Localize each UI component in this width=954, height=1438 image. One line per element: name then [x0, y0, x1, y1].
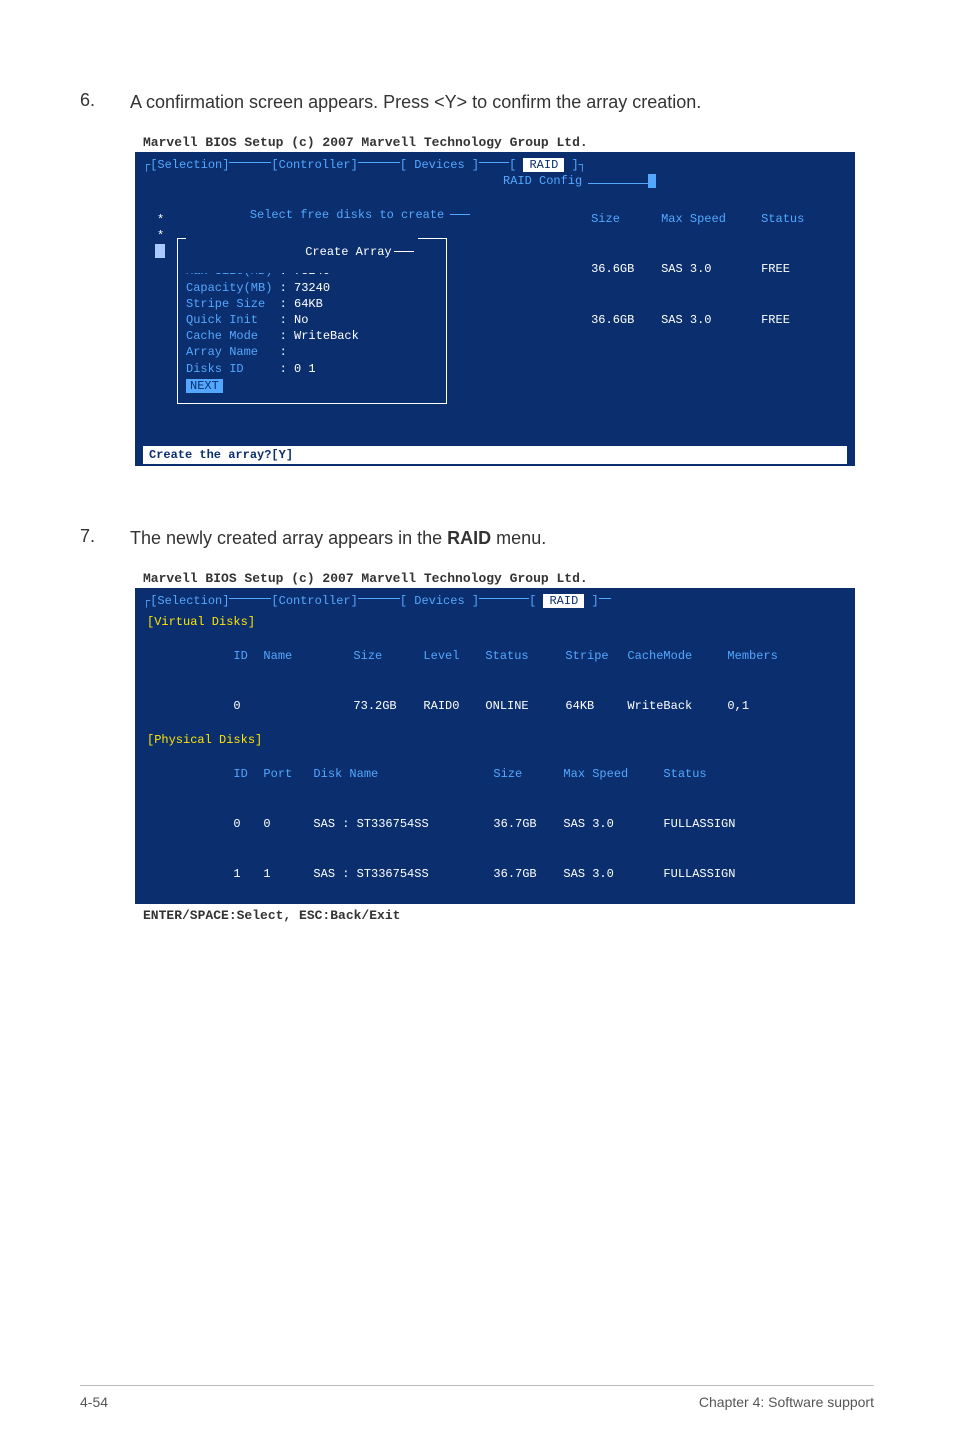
bios-screen-2: ┌ [Selection] [Controller] [ Devices ] [… — [135, 588, 855, 904]
virtual-disks-header: IDNameSizeLevelStatusStripeCacheModeMemb… — [147, 631, 843, 681]
bios-screenshot-2: Marvell BIOS Setup (c) 2007 Marvell Tech… — [135, 571, 874, 923]
kv-val-3: : 64KB — [280, 297, 323, 311]
menu-selection: [Selection] — [150, 158, 229, 172]
menu-sep-3 — [479, 162, 509, 163]
kv-val-2: : 73240 — [280, 281, 330, 295]
raid-config-row: RAID Config — [503, 174, 847, 188]
bios-title-2: Marvell BIOS Setup (c) 2007 Marvell Tech… — [135, 571, 874, 586]
footer-page-number: 4-54 — [80, 1394, 108, 1410]
physical-disk-row-0: 00SAS : ST336754SS36.7GBSAS 3.0FULLASSIG… — [147, 799, 843, 849]
bios2-bottom-text: ENTER/SPACE:Select, ESC:Back/Exit — [135, 904, 874, 923]
disk-table: SizeMax SpeedStatus 36.6GBSAS 3.0FREE 36… — [470, 194, 861, 404]
kv-val-5: : WriteBack — [280, 329, 359, 343]
kv-val-7: : 0 1 — [280, 362, 316, 376]
menu-raid-lbracket: [ — [509, 158, 523, 172]
kv-val-4: : No — [280, 313, 309, 327]
menu-sep-1 — [229, 162, 271, 163]
physical-disks-heading: [Physical Disks] — [147, 733, 262, 747]
step-6-number: 6. — [80, 90, 130, 115]
step-7-text: The newly created array appears in the R… — [130, 526, 546, 551]
disk-row-0: 36.6GBSAS 3.0FREE — [490, 245, 861, 295]
disk-hdr-size: Size — [591, 211, 661, 228]
create-array-title: Create Array — [305, 245, 391, 259]
page-footer: 4-54 Chapter 4: Software support — [80, 1394, 874, 1410]
kv-label-5: Cache Mode — [186, 329, 280, 343]
kv-label-2: Capacity(MB) — [186, 281, 280, 295]
menu-devices: [ Devices ] — [400, 158, 479, 172]
disk-hdr-status: Status — [761, 211, 861, 228]
step-7: 7. The newly created array appears in th… — [80, 526, 874, 551]
menu-raid-active: RAID — [523, 158, 564, 172]
kv-label-3: Stripe Size — [186, 297, 280, 311]
kv-label-6: Array Name — [186, 345, 280, 359]
left-panel: Select free disks to create ** Create Ar… — [143, 194, 470, 404]
disk-row-1: 36.6GBSAS 3.0FREE — [490, 295, 861, 345]
selection-stars: ** — [157, 212, 164, 244]
footer-chapter: Chapter 4: Software support — [699, 1394, 874, 1410]
physical-disks-header: IDPortDisk NameSizeMax SpeedStatus — [147, 749, 843, 799]
step-6-text: A confirmation screen appears. Press <Y>… — [130, 90, 701, 115]
step-6: 6. A confirmation screen appears. Press … — [80, 90, 874, 115]
bios-screen-1: ┌ [Selection] [Controller] [ Devices ] [… — [135, 152, 855, 466]
menu-raid-active-2: RAID — [543, 594, 584, 608]
kv-label-7: Disks ID — [186, 362, 280, 376]
scrollbar-thumb — [155, 244, 165, 258]
raid-config-highlight — [648, 174, 656, 188]
raid-config-label: RAID Config — [503, 174, 582, 188]
virtual-disk-row-0: 073.2GBRAID0ONLINE64KBWriteBack0,1 — [147, 682, 843, 732]
bios2-menu-line: ┌ [Selection] [Controller] [ Devices ] [… — [143, 594, 847, 608]
kv-val-6: : — [280, 345, 287, 359]
bios-screenshot-1: Marvell BIOS Setup (c) 2007 Marvell Tech… — [135, 135, 874, 466]
next-button: NEXT — [186, 379, 223, 393]
bios-menu-line: ┌ [Selection] [Controller] [ Devices ] [… — [143, 158, 847, 172]
menu-controller: [Controller] — [271, 158, 357, 172]
create-array-box: Create Array Raid Level : RAID0 Max Size… — [177, 238, 447, 404]
kv-label-4: Quick Init — [186, 313, 280, 327]
disk-hdr-speed: Max Speed — [661, 211, 761, 228]
bios-title-1: Marvell BIOS Setup (c) 2007 Marvell Tech… — [135, 135, 874, 150]
footer-divider — [80, 1385, 874, 1386]
step-7-number: 7. — [80, 526, 130, 551]
select-free-label: Select free disks to create — [250, 208, 444, 222]
menu-raid-rbracket: ] — [564, 158, 578, 172]
virtual-disks-heading: [Virtual Disks] — [147, 615, 255, 629]
bios1-bottom-bar: Create the array?[Y] — [143, 446, 847, 464]
physical-disk-row-1: 11SAS : ST336754SS36.7GBSAS 3.0FULLASSIG… — [147, 850, 843, 900]
menu-sep-2 — [358, 162, 400, 163]
